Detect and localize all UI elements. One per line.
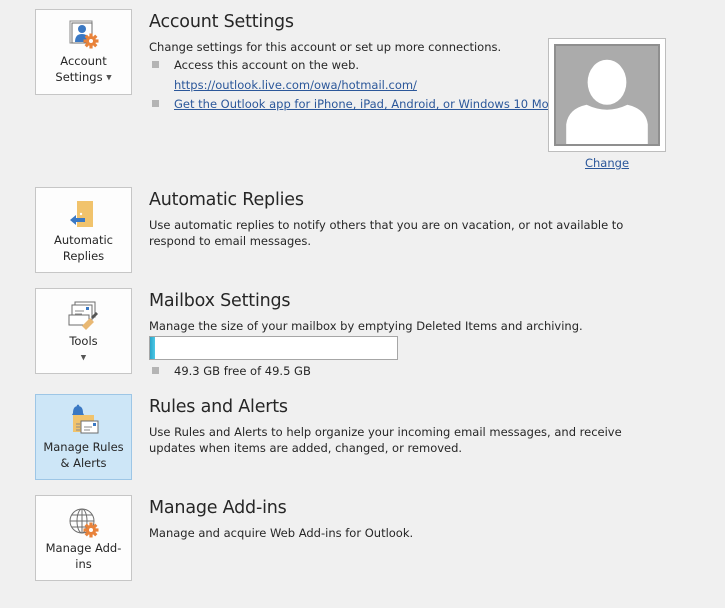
chevron-down-icon: ▼ bbox=[106, 73, 112, 82]
manage-addins-button[interactable]: Manage Add- ins bbox=[35, 495, 132, 581]
account-settings-label-1: Account bbox=[60, 54, 107, 68]
bullet-icon bbox=[152, 367, 159, 374]
rules-alerts-label-2: & Alerts bbox=[60, 456, 107, 470]
owa-link[interactable]: https://outlook.live.com/owa/hotmail.com… bbox=[174, 77, 417, 93]
quota-text: 49.3 GB free of 49.5 GB bbox=[174, 364, 311, 378]
manage-addins-title: Manage Add-ins bbox=[149, 498, 287, 518]
mailbox-quota-fill bbox=[150, 337, 155, 359]
rules-alerts-label-1: Manage Rules bbox=[43, 440, 124, 454]
account-settings-button[interactable]: Account Settings ▼ bbox=[35, 9, 132, 95]
manage-addins-label-2: ins bbox=[75, 557, 92, 571]
tools-label: Tools bbox=[69, 334, 98, 348]
automatic-replies-label-1: Automatic bbox=[54, 233, 113, 247]
account-settings-title: Account Settings bbox=[149, 12, 294, 32]
tools-button[interactable]: Tools ▼ bbox=[35, 288, 132, 374]
automatic-replies-description: Use automatic replies to notify others t… bbox=[149, 218, 624, 248]
automatic-replies-button[interactable]: Automatic Replies bbox=[35, 187, 132, 273]
manage-addins-description: Manage and acquire Web Add-ins for Outlo… bbox=[149, 526, 414, 540]
manage-rules-alerts-button[interactable]: Manage Rules & Alerts bbox=[35, 394, 132, 480]
rules-alerts-description: Use Rules and Alerts to help organize yo… bbox=[149, 425, 622, 455]
mailbox-quota-bar bbox=[149, 336, 398, 360]
automatic-replies-icon bbox=[68, 199, 100, 231]
mailbox-settings-title: Mailbox Settings bbox=[149, 291, 291, 311]
manage-addins-icon bbox=[68, 507, 100, 539]
bullet-icon bbox=[152, 100, 159, 107]
rules-alerts-icon bbox=[68, 404, 100, 436]
tools-icon bbox=[68, 300, 100, 332]
default-user-avatar-icon bbox=[554, 44, 660, 146]
account-photo bbox=[548, 38, 666, 152]
automatic-replies-label-2: Replies bbox=[62, 249, 105, 263]
automatic-replies-title: Automatic Replies bbox=[149, 190, 304, 210]
chevron-down-icon: ▼ bbox=[80, 353, 87, 362]
outlook-app-link[interactable]: Get the Outlook app for iPhone, iPad, An… bbox=[174, 96, 573, 112]
change-photo-link[interactable]: Change bbox=[585, 156, 629, 170]
access-web-text: Access this account on the web. bbox=[174, 58, 360, 72]
rules-alerts-title: Rules and Alerts bbox=[149, 397, 288, 417]
account-settings-icon bbox=[68, 19, 100, 51]
bullet-icon bbox=[152, 61, 159, 68]
manage-addins-label-1: Manage Add- bbox=[45, 541, 122, 555]
mailbox-settings-description: Manage the size of your mailbox by empty… bbox=[149, 319, 583, 333]
account-settings-label-2: Settings bbox=[55, 70, 103, 84]
